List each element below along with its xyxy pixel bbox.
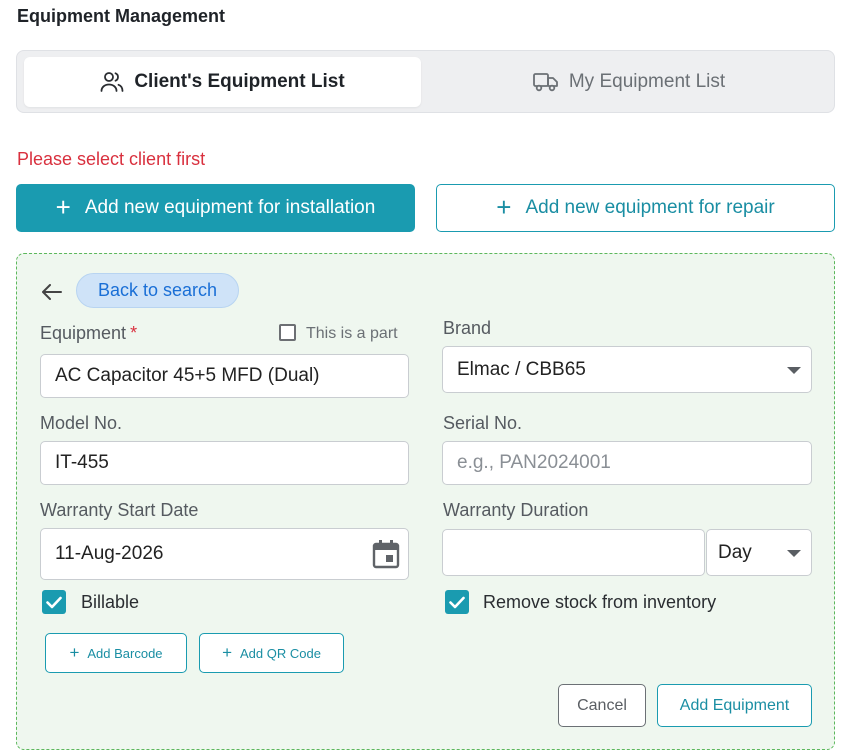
warranty-duration-label: Warranty Duration xyxy=(443,500,589,520)
model-input[interactable]: IT-455 xyxy=(40,441,409,485)
plus-icon: + xyxy=(69,643,80,662)
equipment-tabs: Client's Equipment List My Equipment Lis… xyxy=(16,50,835,113)
warranty-duration-input[interactable] xyxy=(442,529,705,576)
add-qr-label: Add QR Code xyxy=(240,645,321,661)
model-label: Model No. xyxy=(40,413,123,433)
calendar-icon[interactable] xyxy=(372,539,400,575)
plus-icon: + xyxy=(55,192,71,222)
remove-stock-checkbox[interactable] xyxy=(445,590,469,614)
select-client-alert: Please select client first xyxy=(17,149,206,169)
add-qr-code-button[interactable]: + Add QR Code xyxy=(199,633,344,673)
required-mark: * xyxy=(130,323,138,343)
add-installation-label: Add new equipment for installation xyxy=(84,197,376,218)
warranty-start-input[interactable]: 11-Aug-2026 xyxy=(40,528,409,580)
tab-label: My Equipment List xyxy=(568,71,726,92)
page-title: Equipment Management xyxy=(17,6,226,26)
add-equipment-button[interactable]: Add Equipment xyxy=(657,684,812,727)
equipment-label: Equipment * xyxy=(40,323,138,343)
warranty-unit-select[interactable]: Day xyxy=(706,529,812,576)
serial-input[interactable]: e.g., PAN2024001 xyxy=(442,441,812,485)
brand-value: Elmac / CBB65 xyxy=(457,358,586,380)
plus-icon: + xyxy=(222,643,232,662)
warranty-unit-value: Day xyxy=(718,541,752,563)
serial-label: Serial No. xyxy=(443,413,523,433)
chevron-down-icon xyxy=(787,366,801,374)
add-installation-button[interactable]: + Add new equipment for installation xyxy=(16,184,415,232)
add-repair-label: Add new equipment for repair xyxy=(525,197,775,218)
tab-clients-equipment[interactable]: Client's Equipment List xyxy=(24,57,421,107)
tab-my-equipment[interactable]: My Equipment List xyxy=(429,57,829,107)
remove-stock-label: Remove stock from inventory xyxy=(483,592,717,612)
truck-icon xyxy=(532,72,559,92)
chevron-down-icon xyxy=(787,549,801,557)
back-to-search-button[interactable]: Back to search xyxy=(76,273,239,308)
back-arrow-icon[interactable] xyxy=(40,280,64,304)
users-icon xyxy=(100,71,124,93)
check-icon xyxy=(46,596,62,608)
cancel-button[interactable]: Cancel xyxy=(558,684,646,727)
equipment-input[interactable]: AC Capacitor 45+5 MFD (Dual) xyxy=(40,354,409,398)
is-part-label: This is a part xyxy=(306,325,398,342)
warranty-start-label: Warranty Start Date xyxy=(40,500,199,520)
add-barcode-label: Add Barcode xyxy=(87,645,163,661)
plus-icon: + xyxy=(496,192,512,222)
add-repair-button[interactable]: + Add new equipment for repair xyxy=(436,184,835,232)
add-barcode-button[interactable]: + Add Barcode xyxy=(45,633,187,673)
is-part-checkbox[interactable] xyxy=(279,324,296,341)
check-icon xyxy=(449,596,465,608)
brand-select[interactable]: Elmac / CBB65 xyxy=(442,346,812,393)
brand-label: Brand xyxy=(443,318,492,338)
billable-label: Billable xyxy=(81,592,140,612)
warranty-start-value: 11-Aug-2026 xyxy=(55,543,164,564)
tab-label: Client's Equipment List xyxy=(134,71,345,92)
billable-checkbox[interactable] xyxy=(42,590,66,614)
